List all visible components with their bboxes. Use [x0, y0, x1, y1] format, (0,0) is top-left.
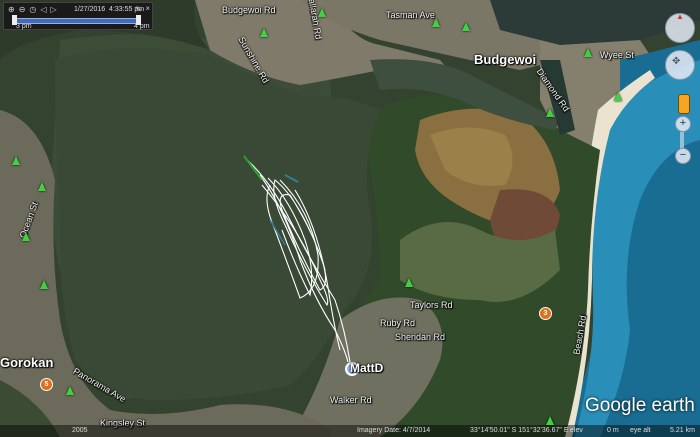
time-slider-tools: ⊕ ⊖ ◷ ◁ ▷ — [8, 5, 57, 14]
status-bar: 2005 Imagery Date: 4/7/2014 33°14'50.01"… — [0, 425, 700, 437]
street-view-pegman-icon[interactable] — [678, 94, 690, 114]
park-icon[interactable] — [260, 28, 268, 37]
time-slider-start-label: 3 pm — [16, 23, 32, 30]
park-icon[interactable] — [462, 22, 470, 31]
street-label: Wyee St — [600, 50, 634, 60]
elevation-value: 0 m — [607, 427, 619, 434]
play-icon[interactable]: ▷ — [51, 5, 57, 14]
close-icon[interactable]: × — [145, 4, 150, 13]
park-icon[interactable] — [40, 280, 48, 289]
time-slider-panel: ⊕ ⊖ ◷ ◁ ▷ 1/27/2016 4:33:55 pm ✎ × 3 pm … — [3, 2, 153, 30]
town-label-gorokan[interactable]: Gorokan — [0, 355, 53, 370]
park-icon[interactable] — [405, 278, 413, 287]
town-label-budgewoi[interactable]: Budgewoi — [474, 52, 536, 67]
street-label: Budgewoi Rd — [222, 5, 276, 15]
route-shield: 3 — [539, 307, 552, 320]
elevation-label: elev — [570, 427, 583, 434]
placemark-label[interactable]: MattD — [350, 361, 383, 375]
time-slider-end-label: 4 pm — [134, 23, 150, 30]
zoom-out-button[interactable]: − — [675, 148, 691, 164]
year-badge: 2005 — [72, 427, 88, 434]
time-slider-track[interactable] — [14, 18, 138, 24]
zoom-in-time-icon[interactable]: ⊕ — [8, 5, 15, 14]
park-icon[interactable] — [22, 232, 30, 241]
park-icon[interactable] — [432, 18, 440, 27]
google-earth-logo: Google earth — [585, 395, 695, 416]
wrench-icon[interactable]: ✎ — [135, 5, 142, 14]
clock-icon[interactable]: ◷ — [29, 5, 36, 14]
street-label: Tasman Ave — [386, 10, 435, 20]
park-icon[interactable] — [38, 182, 46, 191]
look-arrows-icon: ✥ — [672, 56, 681, 67]
park-icon[interactable] — [318, 8, 326, 17]
eye-alt-value: 5.21 km — [670, 427, 695, 434]
street-label: Taylors Rd — [410, 300, 453, 310]
route-shield: 5 — [40, 378, 53, 391]
park-icon[interactable] — [546, 416, 554, 425]
park-icon[interactable] — [66, 386, 74, 395]
zoom-in-button[interactable]: + — [675, 116, 691, 132]
park-icon[interactable] — [584, 48, 592, 57]
park-icon[interactable] — [546, 108, 554, 117]
park-icon[interactable] — [614, 92, 622, 101]
back-icon[interactable]: ◁ — [40, 5, 46, 14]
imagery-date: Imagery Date: 4/7/2014 — [357, 427, 431, 434]
eye-alt-label: eye alt — [630, 427, 651, 434]
north-indicator-icon: ▲ — [676, 12, 684, 21]
street-label: Walker Rd — [330, 395, 372, 405]
park-icon[interactable] — [12, 156, 20, 165]
coordinates: 33°14'50.01" S 151°32'36.67" E — [470, 427, 569, 434]
street-label: Ruby Rd — [380, 318, 416, 328]
time-slider-date: 1/27/2016 4:33:55 pm — [74, 6, 145, 13]
zoom-out-time-icon[interactable]: ⊖ — [19, 5, 26, 14]
street-label: Sheridan Rd — [395, 332, 446, 342]
